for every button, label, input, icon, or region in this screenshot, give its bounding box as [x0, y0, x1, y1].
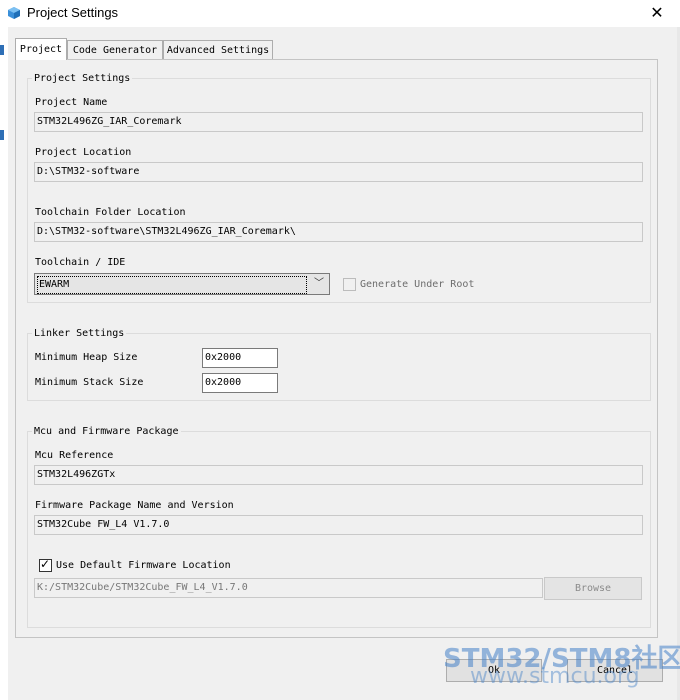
- window-title: Project Settings: [27, 5, 119, 20]
- min-stack-input[interactable]: 0x2000: [202, 373, 278, 393]
- tab-project[interactable]: Project: [15, 38, 67, 60]
- watermark-url: www.stmcu.org: [470, 664, 640, 689]
- project-settings-title: Project Settings: [32, 73, 133, 84]
- browse-button[interactable]: Browse: [544, 577, 642, 600]
- use-default-location-label: Use Default Firmware Location: [56, 560, 231, 571]
- linker-settings-group: [27, 333, 651, 401]
- toolchain-ide-value: EWARM: [37, 276, 307, 294]
- stm32-cube-icon: [8, 7, 20, 19]
- project-location-label: Project Location: [35, 147, 132, 158]
- tab-code-generator[interactable]: Code Generator: [67, 40, 163, 59]
- toolchain-ide-select[interactable]: EWARM ﹀: [34, 273, 330, 295]
- toolchain-folder-field[interactable]: D:\STM32-software\STM32L496ZG_IAR_Corema…: [34, 222, 643, 242]
- firmware-package-field[interactable]: STM32Cube FW_L4 V1.7.0: [34, 515, 643, 535]
- checkmark-icon: ✓: [40, 557, 51, 571]
- tab-advanced-settings[interactable]: Advanced Settings: [163, 40, 273, 59]
- mcu-reference-label: Mcu Reference: [35, 450, 114, 461]
- generate-under-root-checkbox[interactable]: [343, 278, 356, 291]
- project-location-field[interactable]: D:\STM32-software: [34, 162, 643, 182]
- window-left-edge: [0, 27, 8, 700]
- toolchain-folder-label: Toolchain Folder Location: [35, 207, 186, 218]
- min-stack-label: Minimum Stack Size: [35, 377, 144, 388]
- use-default-location-checkbox[interactable]: ✓: [39, 557, 52, 572]
- title-bar: Project Settings ✕: [0, 0, 680, 27]
- min-heap-input[interactable]: 0x2000: [202, 348, 278, 368]
- toolchain-ide-label: Toolchain / IDE: [35, 257, 126, 268]
- generate-under-root-label: Generate Under Root: [360, 279, 475, 290]
- edge-marker: [0, 130, 4, 140]
- firmware-location-field[interactable]: K:/STM32Cube/STM32Cube_FW_L4_V1.7.0: [34, 578, 543, 598]
- firmware-package-label: Firmware Package Name and Version: [35, 500, 234, 511]
- mcu-reference-field[interactable]: STM32L496ZGTx: [34, 465, 643, 485]
- edge-marker: [0, 45, 4, 55]
- min-heap-label: Minimum Heap Size: [35, 352, 138, 363]
- mcu-firmware-title: Mcu and Firmware Package: [32, 426, 181, 437]
- project-name-label: Project Name: [35, 97, 108, 108]
- chevron-down-icon[interactable]: ﹀: [309, 274, 329, 294]
- linker-settings-title: Linker Settings: [32, 328, 127, 339]
- close-icon[interactable]: ✕: [634, 0, 680, 27]
- project-name-field[interactable]: STM32L496ZG_IAR_Coremark: [34, 112, 643, 132]
